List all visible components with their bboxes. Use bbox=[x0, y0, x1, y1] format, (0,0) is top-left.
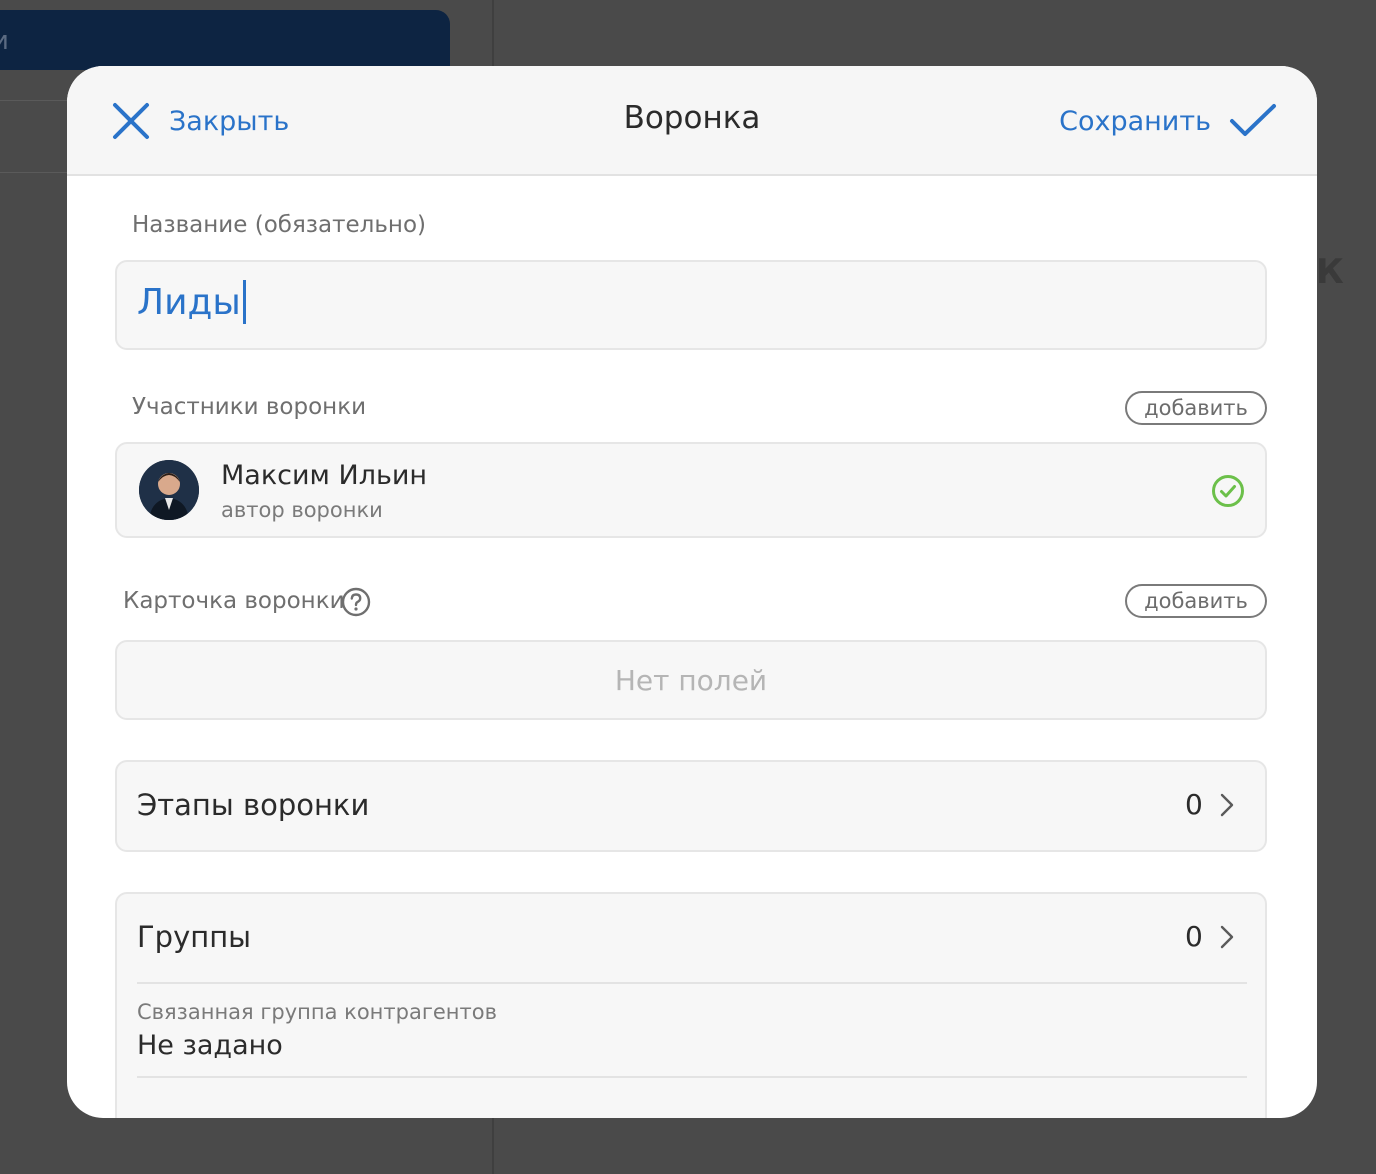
groups-title: Группы bbox=[137, 920, 252, 954]
name-input-value: Лиды bbox=[137, 280, 246, 324]
modal-header: Закрыть Воронка Сохранить bbox=[67, 66, 1317, 176]
linked-group-value: Не задано bbox=[137, 1030, 283, 1061]
members-label: Участники воронки bbox=[132, 394, 367, 420]
groups-section: Группы 0 Связанная группа контрагентов Н… bbox=[115, 892, 1267, 1118]
background-panel-text: и bbox=[0, 26, 9, 56]
linked-group-label: Связанная группа контрагентов bbox=[137, 1000, 497, 1024]
save-label: Сохранить bbox=[1059, 105, 1211, 137]
checkmark-icon bbox=[1230, 104, 1276, 136]
stages-title: Этапы воронки bbox=[137, 788, 370, 822]
chevron-right-icon bbox=[1220, 925, 1234, 949]
name-input[interactable]: Лиды bbox=[115, 260, 1267, 350]
background-text: К bbox=[1316, 252, 1344, 292]
text-cursor bbox=[242, 280, 246, 324]
chevron-right-icon bbox=[1220, 793, 1234, 817]
divider bbox=[137, 1076, 1247, 1078]
name-input-text: Лиды bbox=[137, 281, 241, 323]
linked-group-row[interactable]: Связанная группа контрагентов Не задано bbox=[117, 984, 1265, 1076]
stages-row[interactable]: Этапы воронки 0 bbox=[115, 760, 1267, 852]
avatar bbox=[139, 460, 199, 520]
member-item[interactable]: Максим Ильин автор воронки bbox=[115, 442, 1267, 538]
funnel-modal: Закрыть Воронка Сохранить Название (обяз… bbox=[67, 66, 1317, 1118]
card-label: Карточка воронки bbox=[123, 588, 345, 614]
add-card-field-button[interactable]: добавить bbox=[1125, 584, 1267, 618]
help-icon[interactable] bbox=[341, 587, 371, 617]
stages-count: 0 bbox=[1185, 788, 1203, 821]
card-fields-box: Нет полей bbox=[115, 640, 1267, 720]
groups-count: 0 bbox=[1185, 920, 1203, 953]
empty-fields-text: Нет полей bbox=[614, 664, 768, 697]
member-role: автор воронки bbox=[221, 498, 383, 522]
name-label: Название (обязательно) bbox=[132, 212, 426, 238]
add-member-button[interactable]: добавить bbox=[1125, 391, 1267, 425]
check-circle-icon bbox=[1212, 475, 1244, 507]
member-name: Максим Ильин bbox=[221, 460, 428, 491]
groups-row[interactable]: Группы 0 bbox=[117, 894, 1265, 984]
save-button[interactable]: Сохранить bbox=[1059, 100, 1277, 142]
background-panel: и bbox=[0, 10, 450, 70]
